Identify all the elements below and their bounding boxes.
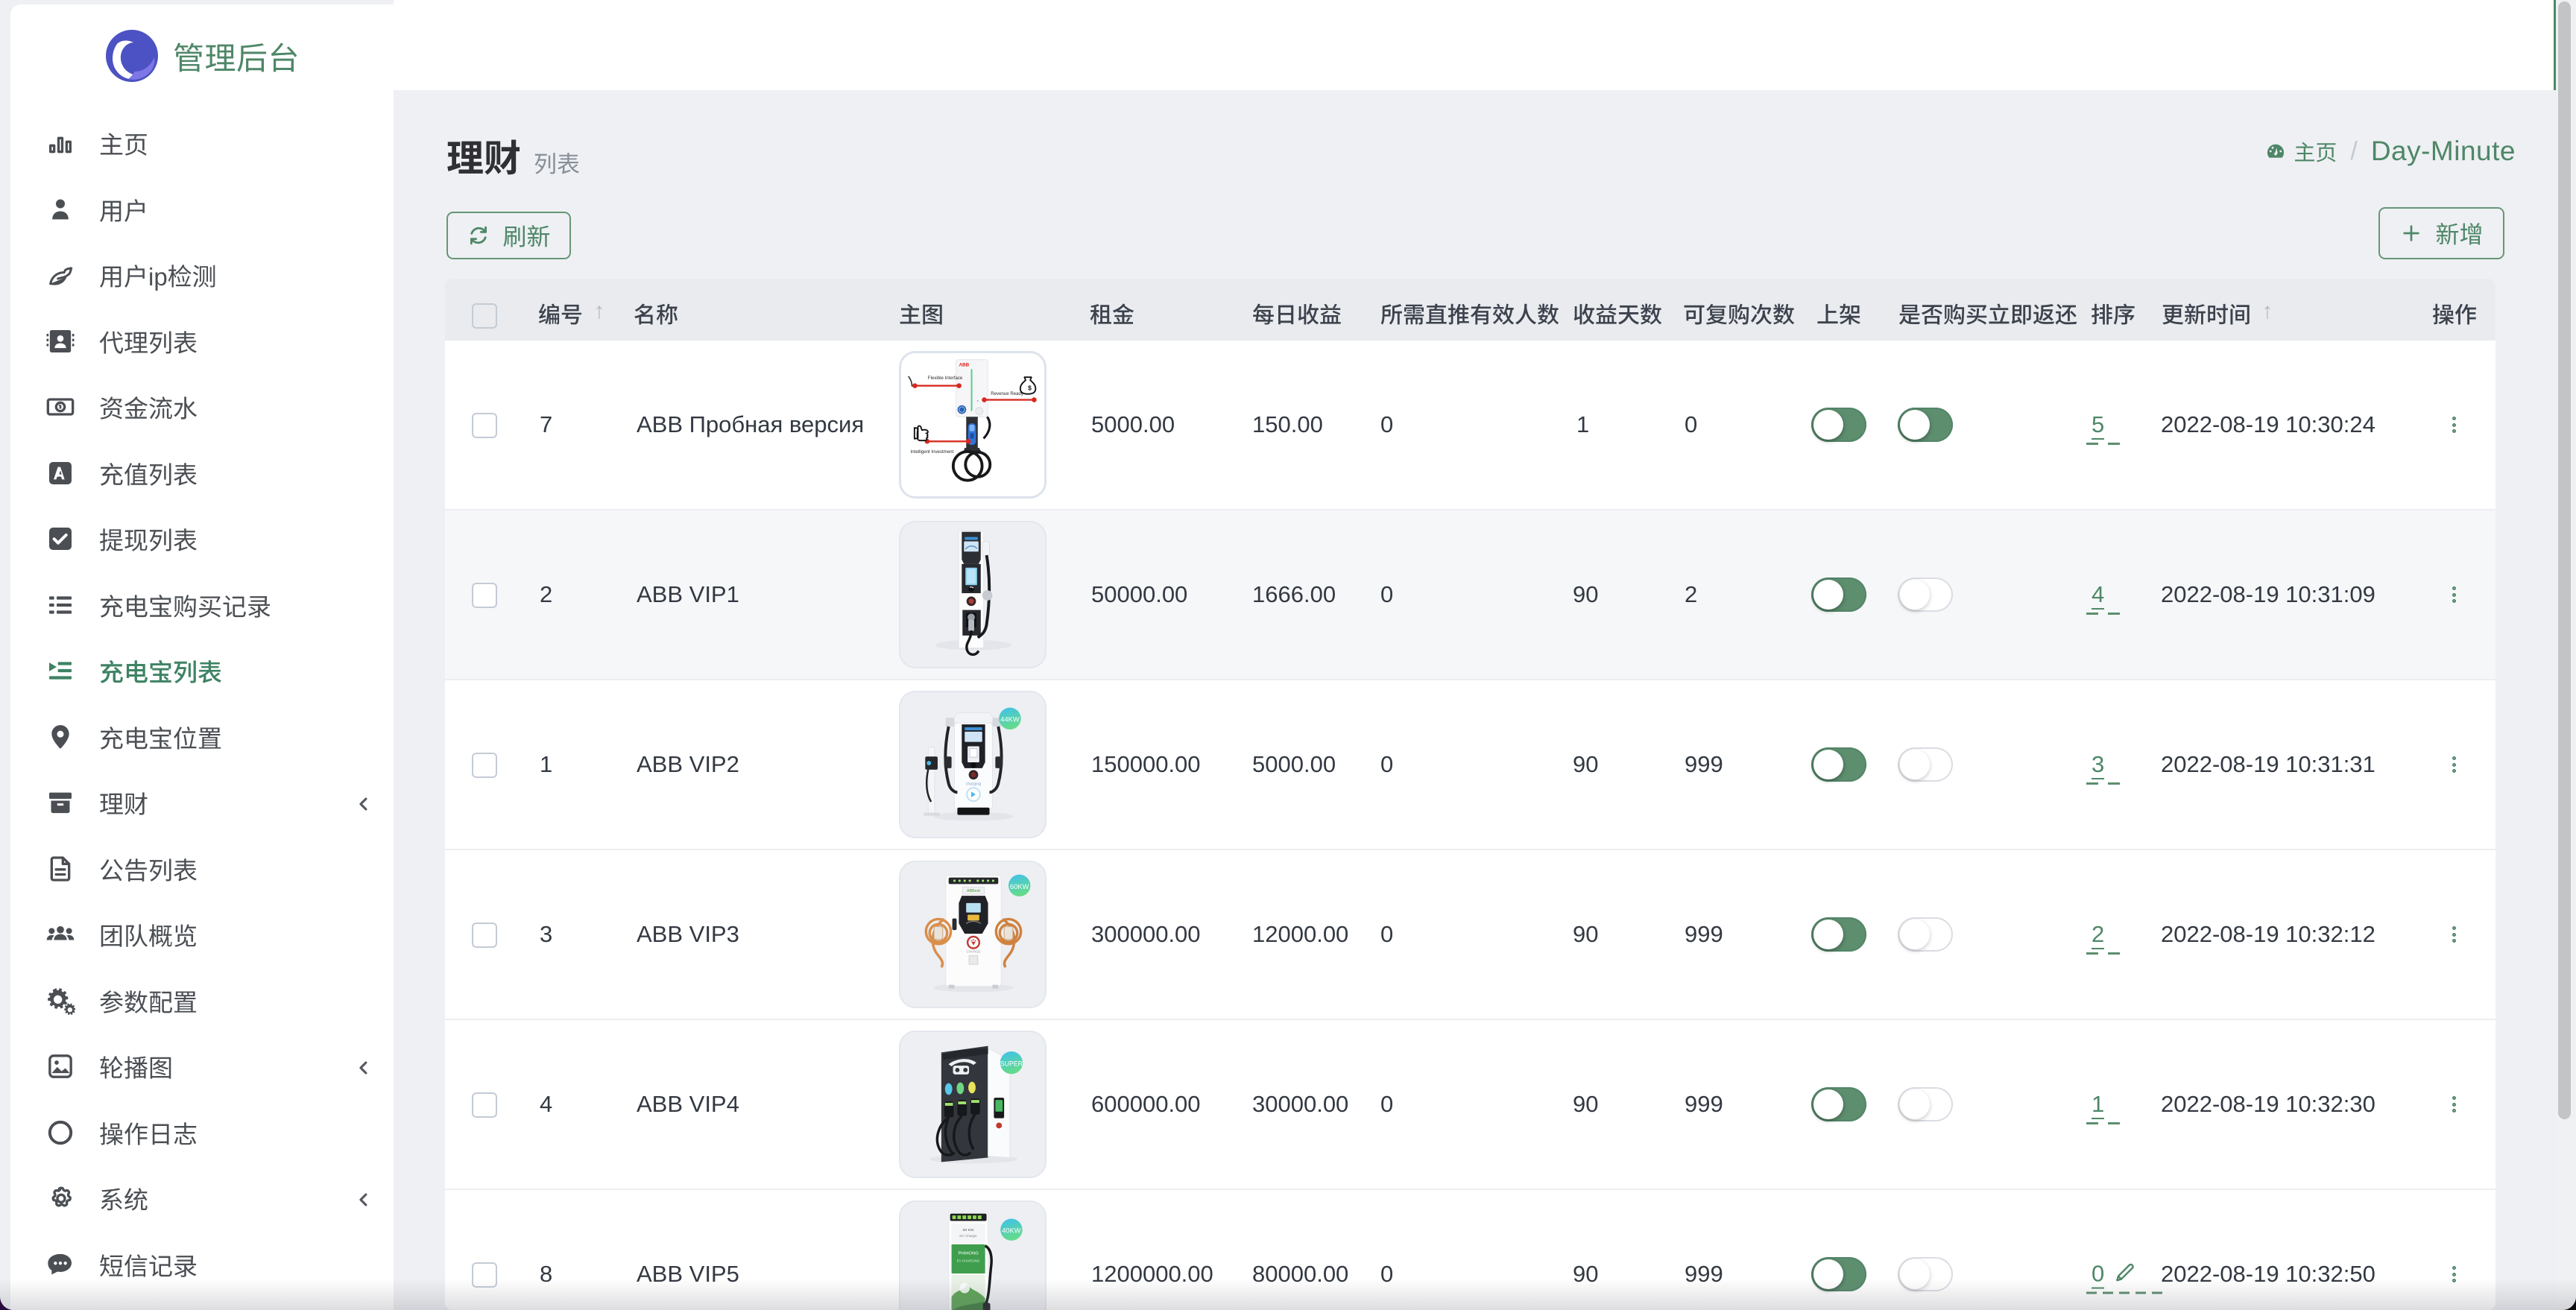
svg-text:60KW: 60KW xyxy=(1010,883,1029,890)
svg-text:ABBest: ABBest xyxy=(967,889,980,893)
svg-text:40KW: 40KW xyxy=(1002,1227,1021,1235)
svg-text:$: $ xyxy=(1028,384,1032,391)
svg-text:Intelligent Investment: Intelligent Investment xyxy=(911,449,954,455)
svg-text:Revenue Ready: Revenue Ready xyxy=(991,391,1024,396)
svg-text:SUPER: SUPER xyxy=(1000,1060,1023,1068)
svg-text:CHARGE: CHARGE xyxy=(967,949,981,953)
svg-text:44KW: 44KW xyxy=(1000,716,1020,724)
svg-text:ABB: ABB xyxy=(959,362,970,367)
svg-text:60 KW: 60 KW xyxy=(963,1228,974,1233)
svg-text:Flexible Interface: Flexible Interface xyxy=(928,376,963,381)
svg-text:charging: charging xyxy=(966,782,982,786)
svg-text:PHIHONG: PHIHONG xyxy=(958,1252,979,1256)
svg-text:DC Charger: DC Charger xyxy=(959,1234,977,1238)
svg-text:EV CHARGING: EV CHARGING xyxy=(957,1259,980,1262)
